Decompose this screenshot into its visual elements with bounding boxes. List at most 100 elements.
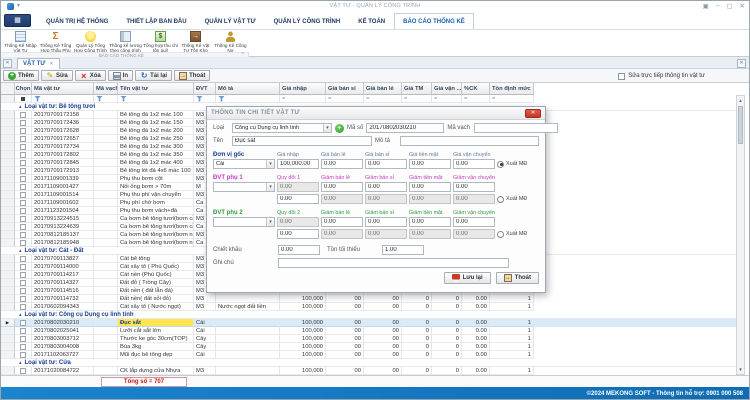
vertical-scrollbar[interactable]: ▲ ▼ (736, 95, 745, 375)
tải-lại-button[interactable]: ↻Tải lại (135, 70, 172, 81)
gia-van-chuyen-input[interactable] (453, 159, 495, 169)
add-category-button[interactable]: + (335, 124, 344, 133)
table-row[interactable]: 20170802025041Lưỡi cắt sắt lớnCái100,000… (1, 327, 738, 335)
row-checkbox[interactable] (20, 160, 26, 166)
row-checkbox[interactable] (20, 192, 26, 198)
giam-ban-le-2b-input[interactable] (321, 229, 363, 239)
giam-tien-mat-2-input[interactable] (409, 217, 451, 227)
ribbon-action-button[interactable]: ΣThống Kê Tổng Hợp Thầu Phụ (38, 30, 73, 52)
row-checkbox[interactable] (20, 352, 26, 358)
ribbon-tab[interactable]: QUẢN LÝ VẬT TƯ (196, 13, 265, 29)
table-row[interactable]: 20170803003712Thước ke góc 30cm(TOP)Cây1… (1, 335, 738, 343)
ten-input[interactable] (232, 136, 372, 146)
ma-vach-input[interactable] (474, 123, 558, 133)
dialog-exit-button[interactable]: → Thoát (496, 272, 539, 284)
ribbon-action-button[interactable]: →Thống Kê Vật Tư Tồn Kho (178, 30, 213, 52)
giam-ban-si-1-input[interactable] (365, 182, 407, 192)
row-checkbox[interactable] (20, 232, 26, 238)
scroll-down-icon[interactable]: ▼ (737, 365, 744, 374)
row-checkbox[interactable] (20, 368, 26, 374)
column-header[interactable]: Giá vận ... (432, 83, 462, 95)
giam-tien-mat-1b-input[interactable] (409, 194, 451, 204)
ma-so-input[interactable] (366, 123, 444, 133)
ribbon-tab[interactable]: QUẢN LÝ CÔNG TRÌNH (265, 13, 350, 29)
column-header[interactable]: %CK (462, 83, 490, 95)
inline-edit-checkbox[interactable] (618, 73, 625, 80)
ribbon-tab[interactable]: KẾ TOÁN (349, 13, 394, 29)
xuat-md-radio-base[interactable] (497, 161, 504, 168)
table-row[interactable]: 20170803004008Búa 3kgCây100,0000000000.0… (1, 343, 738, 351)
sửa-button[interactable]: ✎Sửa (41, 70, 73, 81)
ton-toi-thieu-input[interactable] (382, 245, 424, 255)
row-checkbox[interactable] (20, 336, 26, 342)
xóa-button[interactable]: ×Xóa (75, 70, 106, 81)
row-checkbox[interactable] (20, 152, 26, 158)
chiet-khau-input[interactable] (278, 245, 320, 255)
quy-doi-2b-input[interactable] (277, 229, 319, 239)
giam-van-chuyen-1-input[interactable] (453, 182, 495, 192)
app-menu-button[interactable]: ▦ (4, 14, 31, 27)
in-button[interactable]: In (108, 70, 133, 81)
expand-icon[interactable]: ▴ (19, 359, 22, 367)
row-checkbox[interactable] (20, 264, 26, 270)
row-checkbox[interactable] (20, 288, 26, 294)
group-row[interactable]: ▴Loại vật tư: Cửa (1, 359, 738, 367)
filter-row[interactable]: ======= (1, 95, 738, 103)
row-checkbox[interactable] (20, 184, 26, 190)
dialog-close-button[interactable]: ✕ (525, 109, 541, 118)
giam-ban-si-2-input[interactable] (365, 217, 407, 227)
table-row[interactable]: ▶20170802030210Đục sắtCái100,0000000000.… (1, 319, 738, 327)
row-checkbox[interactable] (20, 176, 26, 182)
giam-tien-mat-2b-input[interactable] (409, 229, 451, 239)
giam-van-chuyen-2-input[interactable] (453, 217, 495, 227)
ribbon-action-button[interactable]: Thống kê lương theo công trình (108, 30, 143, 52)
ribbon-tab[interactable]: THIẾT LẬP BAN ĐẦU (117, 13, 195, 29)
chevron-down-icon[interactable]: ▾ (266, 183, 274, 191)
ghi-chu-input[interactable] (278, 258, 509, 268)
ribbon-tab[interactable]: BÁO CÁO THỐNG KÊ (394, 13, 474, 29)
giam-ban-le-1-input[interactable] (321, 182, 363, 192)
ribbon-action-button[interactable]: Thống Kê Công Nợ (213, 30, 248, 52)
gia-ban-le-input[interactable] (321, 159, 363, 169)
row-checkbox[interactable] (20, 208, 26, 214)
column-header[interactable]: Mã vạch (94, 83, 118, 95)
row-checkbox[interactable] (20, 112, 26, 118)
group-row[interactable]: ▴Loại vật tư: Công cụ Dụng cụ linh tinh (1, 311, 738, 319)
row-checkbox[interactable] (20, 224, 26, 230)
row-checkbox[interactable] (20, 136, 26, 142)
row-checkbox[interactable] (20, 296, 26, 302)
column-header[interactable]: Mã vật tư (32, 83, 94, 95)
table-row[interactable]: 20171102063727Mũi đục bê tông dẹpCái100,… (1, 351, 738, 359)
scrollbar-thumb[interactable] (738, 106, 743, 144)
chevron-down-icon[interactable]: ▾ (266, 160, 274, 168)
giam-ban-le-2-input[interactable] (321, 217, 363, 227)
column-header[interactable]: ĐVT (194, 83, 216, 95)
ribbon-action-button[interactable]: Quản Lý Tổng Hợp Công Trình (73, 30, 108, 52)
sub-unit-1-combobox[interactable]: ▾ (213, 182, 275, 192)
loai-combobox[interactable]: Công cụ Dụng cụ linh tinh ▾ (232, 123, 332, 133)
column-header[interactable]: Giá bán sỉ (326, 83, 364, 95)
row-checkbox[interactable] (20, 304, 26, 310)
thêm-button[interactable]: +Thêm (3, 70, 39, 81)
maximize-button[interactable]: ▢ (726, 2, 732, 10)
giam-ban-si-1b-input[interactable] (365, 194, 407, 204)
inline-edit-option[interactable]: Sửa trực tiếp thông tin vật tư (618, 69, 705, 83)
gia-ban-si-input[interactable] (365, 159, 407, 169)
expand-icon[interactable]: ▴ (19, 247, 22, 255)
scroll-up-icon[interactable]: ▲ (737, 96, 744, 105)
minimize-button[interactable]: – (716, 2, 720, 10)
expand-icon[interactable]: ▴ (19, 311, 22, 319)
table-row[interactable]: 20170709114732Đất nền( đất sỏi đỏ)M3100,… (1, 295, 738, 303)
column-header[interactable]: Mô tả (216, 83, 280, 95)
style-icon[interactable]: ▣ (703, 2, 709, 10)
xuat-md-radio-sub1[interactable] (497, 196, 504, 203)
row-checkbox[interactable] (20, 320, 26, 326)
giam-ban-si-2b-input[interactable] (365, 229, 407, 239)
column-header[interactable]: Giá TM (402, 83, 432, 95)
gia-nhap-input[interactable] (277, 159, 319, 169)
base-unit-combobox[interactable]: Cái ▾ (213, 159, 275, 169)
row-checkbox[interactable] (20, 280, 26, 286)
ribbon-action-button[interactable]: $Tổng hợp thu chi tồn quỹ (143, 30, 178, 52)
column-header[interactable]: Giá nhập (280, 83, 326, 95)
gia-tien-mat-input[interactable] (409, 159, 451, 169)
